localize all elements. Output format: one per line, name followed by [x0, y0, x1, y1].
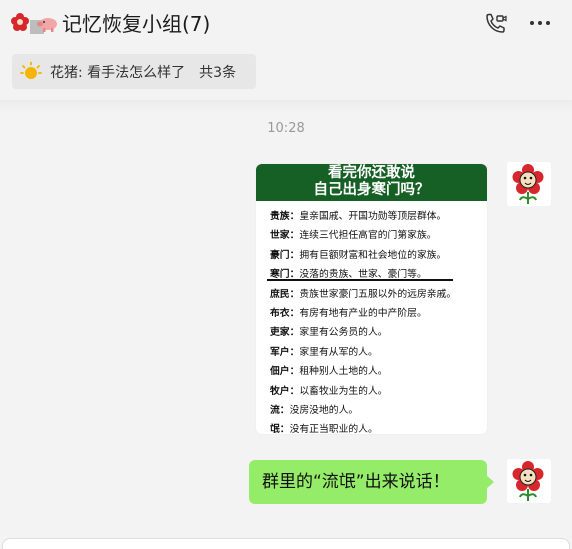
message-input[interactable] — [2, 538, 570, 549]
banner-line2: 自己出身寒门吗？ — [313, 182, 430, 198]
user-avatar-flower-icon[interactable] — [507, 459, 551, 503]
message-timestamp: 10:28 — [267, 121, 305, 136]
video-call-icon[interactable] — [484, 13, 508, 35]
image-row: 布衣：有房有地有产业的中产阶层。 — [270, 308, 427, 320]
notice-text: 花猪: 看手法怎么样了 — [50, 64, 186, 81]
image-row: 流：没房没地的人。 — [270, 405, 359, 417]
image-row: 氓：没有正当职业的人。 — [270, 424, 378, 434]
image-row: 牧户：以畜牧业为生的人。 — [270, 385, 388, 397]
notice-count: 共3条 — [199, 64, 237, 81]
image-row: 世家：连续三代担任高官的门第家族。 — [270, 230, 437, 242]
image-message[interactable]: 看完你还敢说 自己出身寒门吗？ 贵族：皇亲国戚、开国功勋等顶层群体。 世家：连续… — [256, 164, 487, 434]
banner-line1: 看完你还敢说 — [328, 165, 415, 181]
image-row: 豪门：拥有巨额财富和社会地位的家族。 — [270, 249, 447, 261]
image-row: 庶民：贵族世家豪门五服以外的远房亲戚。 — [270, 288, 457, 300]
chat-title: 记忆恢复小组(7) — [62, 12, 211, 36]
image-rows: 贵族：皇亲国戚、开国功勋等顶层群体。 世家：连续三代担任高官的门第家族。 豪门：… — [256, 201, 487, 434]
chat-header: 记忆恢复小组(7) — [0, 0, 572, 46]
image-row: 寒门：没落的贵族、世家、豪门等。 — [270, 269, 427, 281]
image-row: 军户：家里有从军的人。 — [270, 346, 378, 358]
highlight-underline — [267, 279, 453, 281]
image-row: 佃户：租种别人土地的人。 — [270, 366, 388, 378]
pinned-notice[interactable]: 花猪: 看手法怎么样了 共3条 — [12, 54, 256, 89]
image-row: 吏家：家里有公务员的人。 — [270, 327, 388, 339]
group-avatar-icon[interactable] — [10, 12, 60, 36]
text-message-bubble[interactable]: 群里的“流氓”出来说话！ — [249, 460, 494, 504]
sun-icon — [20, 61, 42, 79]
more-dots-icon[interactable] — [528, 12, 552, 34]
image-banner: 看完你还敢说 自己出身寒门吗？ — [256, 164, 487, 201]
user-avatar-flower-icon[interactable] — [507, 162, 551, 206]
header-divider — [0, 100, 572, 114]
image-row: 贵族：皇亲国戚、开国功勋等顶层群体。 — [270, 211, 447, 222]
